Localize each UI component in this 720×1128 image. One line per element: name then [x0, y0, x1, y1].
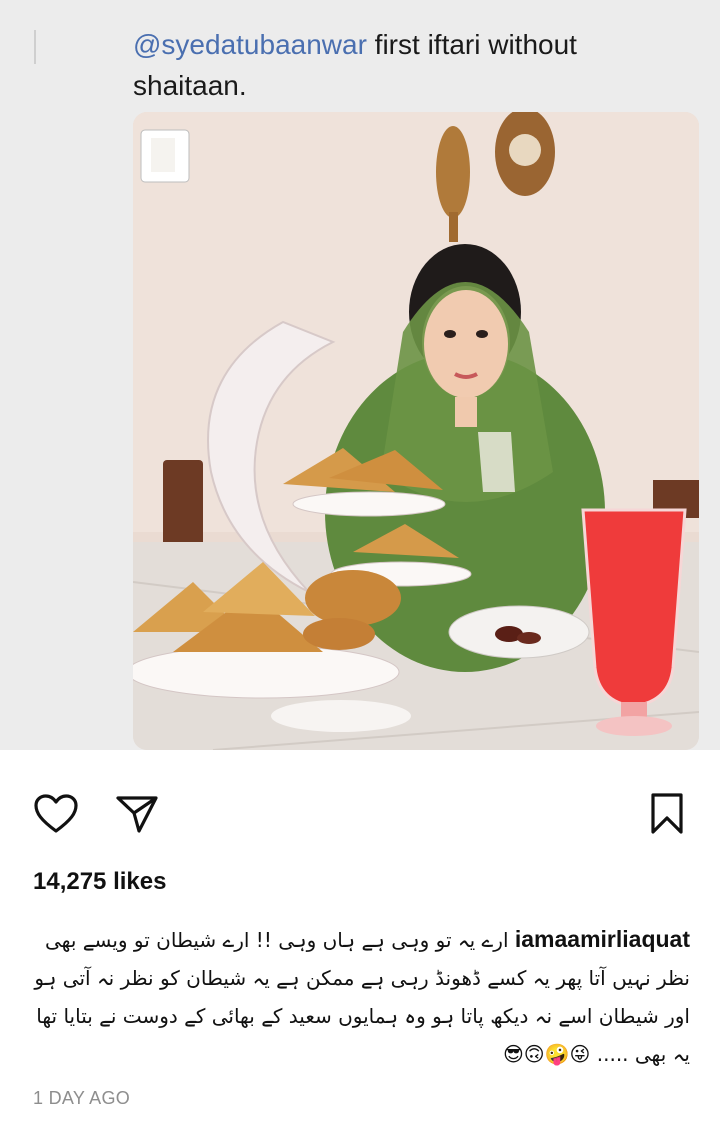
heart-icon	[34, 794, 78, 833]
action-bar	[0, 780, 720, 844]
post-photo[interactable]	[133, 112, 699, 750]
like-button[interactable]	[30, 790, 82, 838]
shared-tweet-region: @syedatubaanwar first iftari without sha…	[0, 0, 720, 750]
comment: iamaamirliaquat ارے یہ تو وہی ہے ہاں وہی…	[30, 920, 690, 1073]
share-button[interactable]	[112, 790, 162, 838]
comment-username[interactable]: iamaamirliaquat	[515, 926, 690, 952]
bookmark-icon	[651, 793, 683, 834]
post-timestamp: 1 DAY AGO	[33, 1088, 131, 1108]
share-icon	[116, 796, 158, 833]
likes-count[interactable]: 14,275 likes	[33, 868, 166, 896]
quote-bar	[34, 30, 36, 64]
caption-handle[interactable]: @syedatubaanwar	[133, 29, 367, 60]
save-button[interactable]	[644, 790, 690, 838]
tweet-caption: @syedatubaanwar first iftari without sha…	[133, 24, 693, 106]
iftar-photo-illustration	[133, 112, 699, 750]
